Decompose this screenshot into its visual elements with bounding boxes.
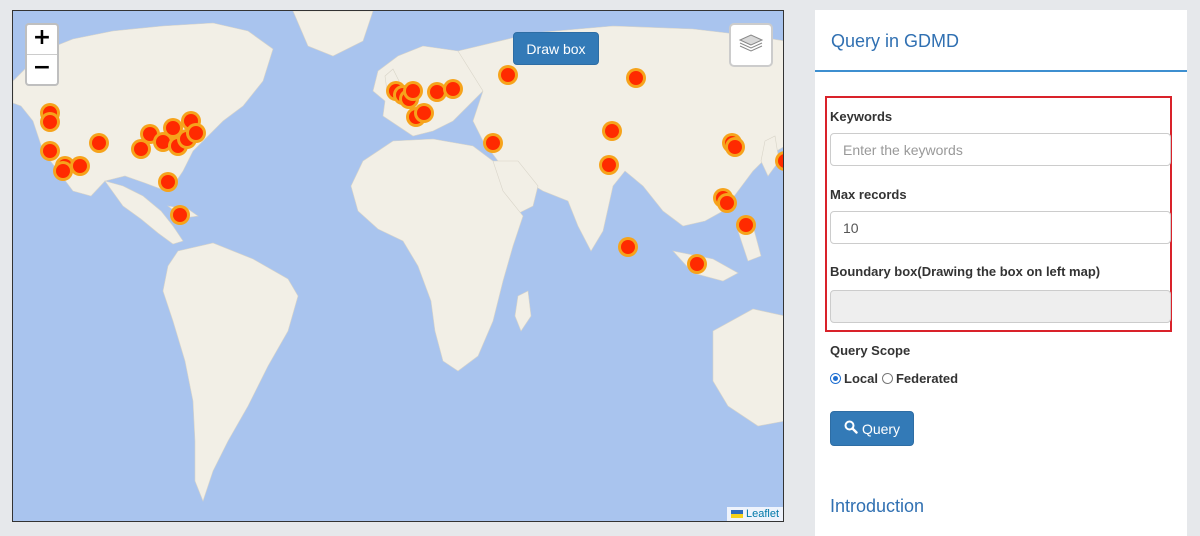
map-marker[interactable] bbox=[406, 84, 420, 98]
map-marker[interactable] bbox=[143, 127, 157, 141]
map-marker[interactable] bbox=[56, 164, 70, 178]
radio-federated-label[interactable]: Federated bbox=[896, 371, 958, 386]
map-marker[interactable] bbox=[446, 82, 460, 96]
zoom-in-button[interactable]: + bbox=[27, 25, 57, 54]
layers-icon bbox=[738, 31, 764, 60]
map-view[interactable]: + − Draw box Leaflet bbox=[12, 10, 784, 522]
bbox-input bbox=[830, 290, 1171, 323]
map-marker[interactable] bbox=[739, 218, 753, 232]
query-button[interactable]: Query bbox=[830, 411, 914, 446]
bbox-label: Boundary box(Drawing the box on left map… bbox=[830, 264, 1101, 279]
map-marker[interactable] bbox=[43, 115, 57, 129]
query-button-label: Query bbox=[861, 420, 901, 437]
layers-control[interactable] bbox=[729, 23, 773, 67]
zoom-control: + − bbox=[25, 23, 59, 86]
radio-local[interactable] bbox=[830, 373, 841, 384]
radio-federated[interactable] bbox=[881, 373, 893, 384]
search-icon bbox=[844, 420, 858, 437]
leaflet-link[interactable]: Leaflet bbox=[746, 508, 779, 520]
map-marker[interactable] bbox=[501, 68, 515, 82]
map-marker[interactable] bbox=[189, 126, 203, 140]
map-marker[interactable] bbox=[629, 71, 643, 85]
map-marker[interactable] bbox=[166, 121, 180, 135]
map-marker[interactable] bbox=[430, 85, 444, 99]
radio-local-label[interactable]: Local bbox=[844, 371, 878, 386]
map-marker[interactable] bbox=[621, 240, 635, 254]
query-scope-group: Local Federated bbox=[830, 371, 958, 386]
map-marker[interactable] bbox=[134, 142, 148, 156]
map-marker[interactable] bbox=[161, 175, 175, 189]
map-marker[interactable] bbox=[728, 140, 742, 154]
query-scope-label: Query Scope bbox=[830, 343, 911, 358]
zoom-out-button[interactable]: − bbox=[27, 54, 57, 84]
map-marker[interactable] bbox=[690, 257, 704, 271]
map-marker[interactable] bbox=[43, 144, 57, 158]
panel-title: Query in GDMD bbox=[815, 10, 1187, 72]
keywords-input[interactable] bbox=[830, 133, 1171, 166]
map-attribution[interactable]: Leaflet bbox=[726, 507, 783, 521]
map-marker[interactable] bbox=[173, 208, 187, 222]
map-marker[interactable] bbox=[417, 106, 431, 120]
max-records-input[interactable] bbox=[830, 211, 1171, 244]
map-marker[interactable] bbox=[720, 196, 734, 210]
map-marker[interactable] bbox=[486, 136, 500, 150]
keywords-label: Keywords bbox=[830, 109, 893, 124]
max-records-label: Max records bbox=[830, 187, 907, 202]
draw-box-button[interactable]: Draw box bbox=[513, 32, 599, 65]
introduction-heading: Introduction bbox=[830, 496, 925, 516]
map-marker[interactable] bbox=[156, 135, 170, 149]
map-marker[interactable] bbox=[605, 124, 619, 138]
map-marker[interactable] bbox=[92, 136, 106, 150]
map-marker[interactable] bbox=[602, 158, 616, 172]
flag-icon bbox=[730, 510, 743, 518]
map-marker[interactable] bbox=[73, 159, 87, 173]
